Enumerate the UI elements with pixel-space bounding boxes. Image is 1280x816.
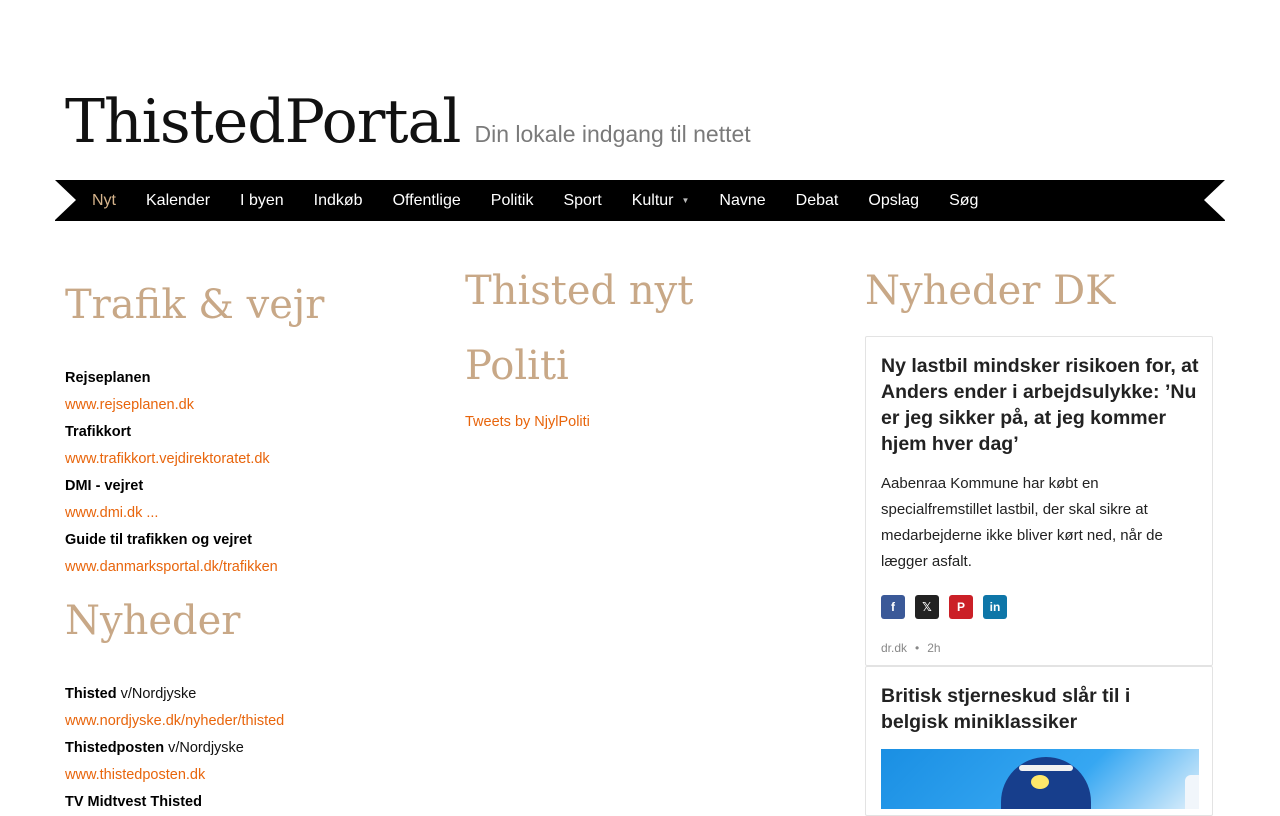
traffic-section-title: Trafik & vejr [65, 282, 325, 328]
news-source-suffix: v/Nordjyske [164, 740, 244, 756]
traffic-link[interactable]: www.dmi.dk ... [65, 505, 158, 521]
nav-item-offentlige[interactable]: Offentlige [393, 192, 461, 210]
traffic-list: Rejseplanen www.rejseplanen.dk Trafikkor… [65, 365, 278, 581]
article-headline[interactable]: Ny lastbil mindsker risikoen for, at And… [881, 353, 1200, 457]
article-summary: Aabenraa Kommune har købt en specialfrem… [881, 475, 1163, 570]
thisted-news-title: Thisted nyt [465, 268, 694, 314]
headlamp-shape [1031, 775, 1049, 789]
x-icon[interactable]: 𝕏 [915, 595, 939, 619]
nav-item-kalender[interactable]: Kalender [146, 192, 210, 210]
meta-separator: • [915, 641, 920, 655]
article-source[interactable]: dr.dk [881, 641, 907, 655]
nav-item-kultur[interactable]: Kultur ▼ [632, 192, 690, 210]
site-header: ThistedPortal Din lokale indgang til net… [65, 92, 751, 152]
traffic-label: Guide til trafikken og vejret [65, 532, 252, 548]
site-logo[interactable]: ThistedPortal [65, 92, 461, 152]
main-nav: Nyt Kalender I byen Indkøb Offentlige Po… [55, 180, 1225, 221]
article-age: 2h [927, 641, 941, 655]
chevron-down-icon: ▼ [681, 195, 690, 205]
news-link[interactable]: www.thistedposten.dk [65, 767, 205, 783]
nav-item-sport[interactable]: Sport [563, 192, 601, 210]
traffic-link[interactable]: www.danmarksportal.dk/trafikken [65, 559, 278, 575]
site-tagline: Din lokale indgang til nettet [474, 121, 751, 147]
share-buttons: f 𝕏 P in [881, 595, 1017, 619]
news-card[interactable]: Ny lastbil mindsker risikoen for, at And… [865, 336, 1213, 666]
helmet-stripe-shape [1019, 765, 1073, 771]
traffic-link[interactable]: www.rejseplanen.dk [65, 397, 194, 413]
nav-item-sog[interactable]: Søg [949, 192, 978, 210]
news-source-suffix: v/Nordjyske [116, 686, 197, 702]
news-section-title: Nyheder [65, 598, 241, 644]
nav-item-kultur-label: Kultur [631, 191, 674, 209]
nav-notch-left [55, 180, 76, 220]
traffic-link[interactable]: www.trafikkort.vejdirektoratet.dk [65, 451, 270, 467]
traffic-label: Trafikkort [65, 424, 132, 440]
news-source-label: Thistedposten [65, 740, 165, 756]
dk-news-title: Nyheder DK [865, 268, 1116, 314]
nav-notch-right [1204, 180, 1225, 220]
news-source-label: Thisted [65, 686, 117, 702]
traffic-label: DMI - vejret [65, 478, 144, 494]
article-image[interactable] [881, 749, 1199, 809]
nav-item-debat[interactable]: Debat [796, 192, 839, 210]
article-headline[interactable]: Britisk stjerneskud slår til i belgisk m… [881, 683, 1200, 735]
article-meta: dr.dk • 2h [881, 641, 941, 655]
nav-item-i-byen[interactable]: I byen [240, 192, 284, 210]
news-list: Thisted v/Nordjyske www.nordjyske.dk/nyh… [65, 681, 284, 816]
facebook-icon[interactable]: f [881, 595, 905, 619]
nav-item-indkob[interactable]: Indkøb [314, 192, 363, 210]
linkedin-icon[interactable]: in [983, 595, 1007, 619]
nav-item-opslag[interactable]: Opslag [868, 192, 919, 210]
nav-item-politik[interactable]: Politik [491, 192, 534, 210]
nav-item-navne[interactable]: Navne [719, 192, 765, 210]
image-detail-shape [1185, 775, 1199, 809]
news-source-label: TV Midtvest Thisted [65, 794, 202, 810]
pinterest-icon[interactable]: P [949, 595, 973, 619]
news-link[interactable]: www.nordjyske.dk/nyheder/thisted [65, 713, 284, 729]
tweets-link[interactable]: Tweets by NjylPoliti [465, 414, 590, 430]
nav-item-nyt[interactable]: Nyt [92, 192, 116, 210]
news-card[interactable]: Britisk stjerneskud slår til i belgisk m… [865, 666, 1213, 816]
traffic-label: Rejseplanen [65, 370, 151, 386]
police-section-title: Politi [465, 343, 569, 389]
